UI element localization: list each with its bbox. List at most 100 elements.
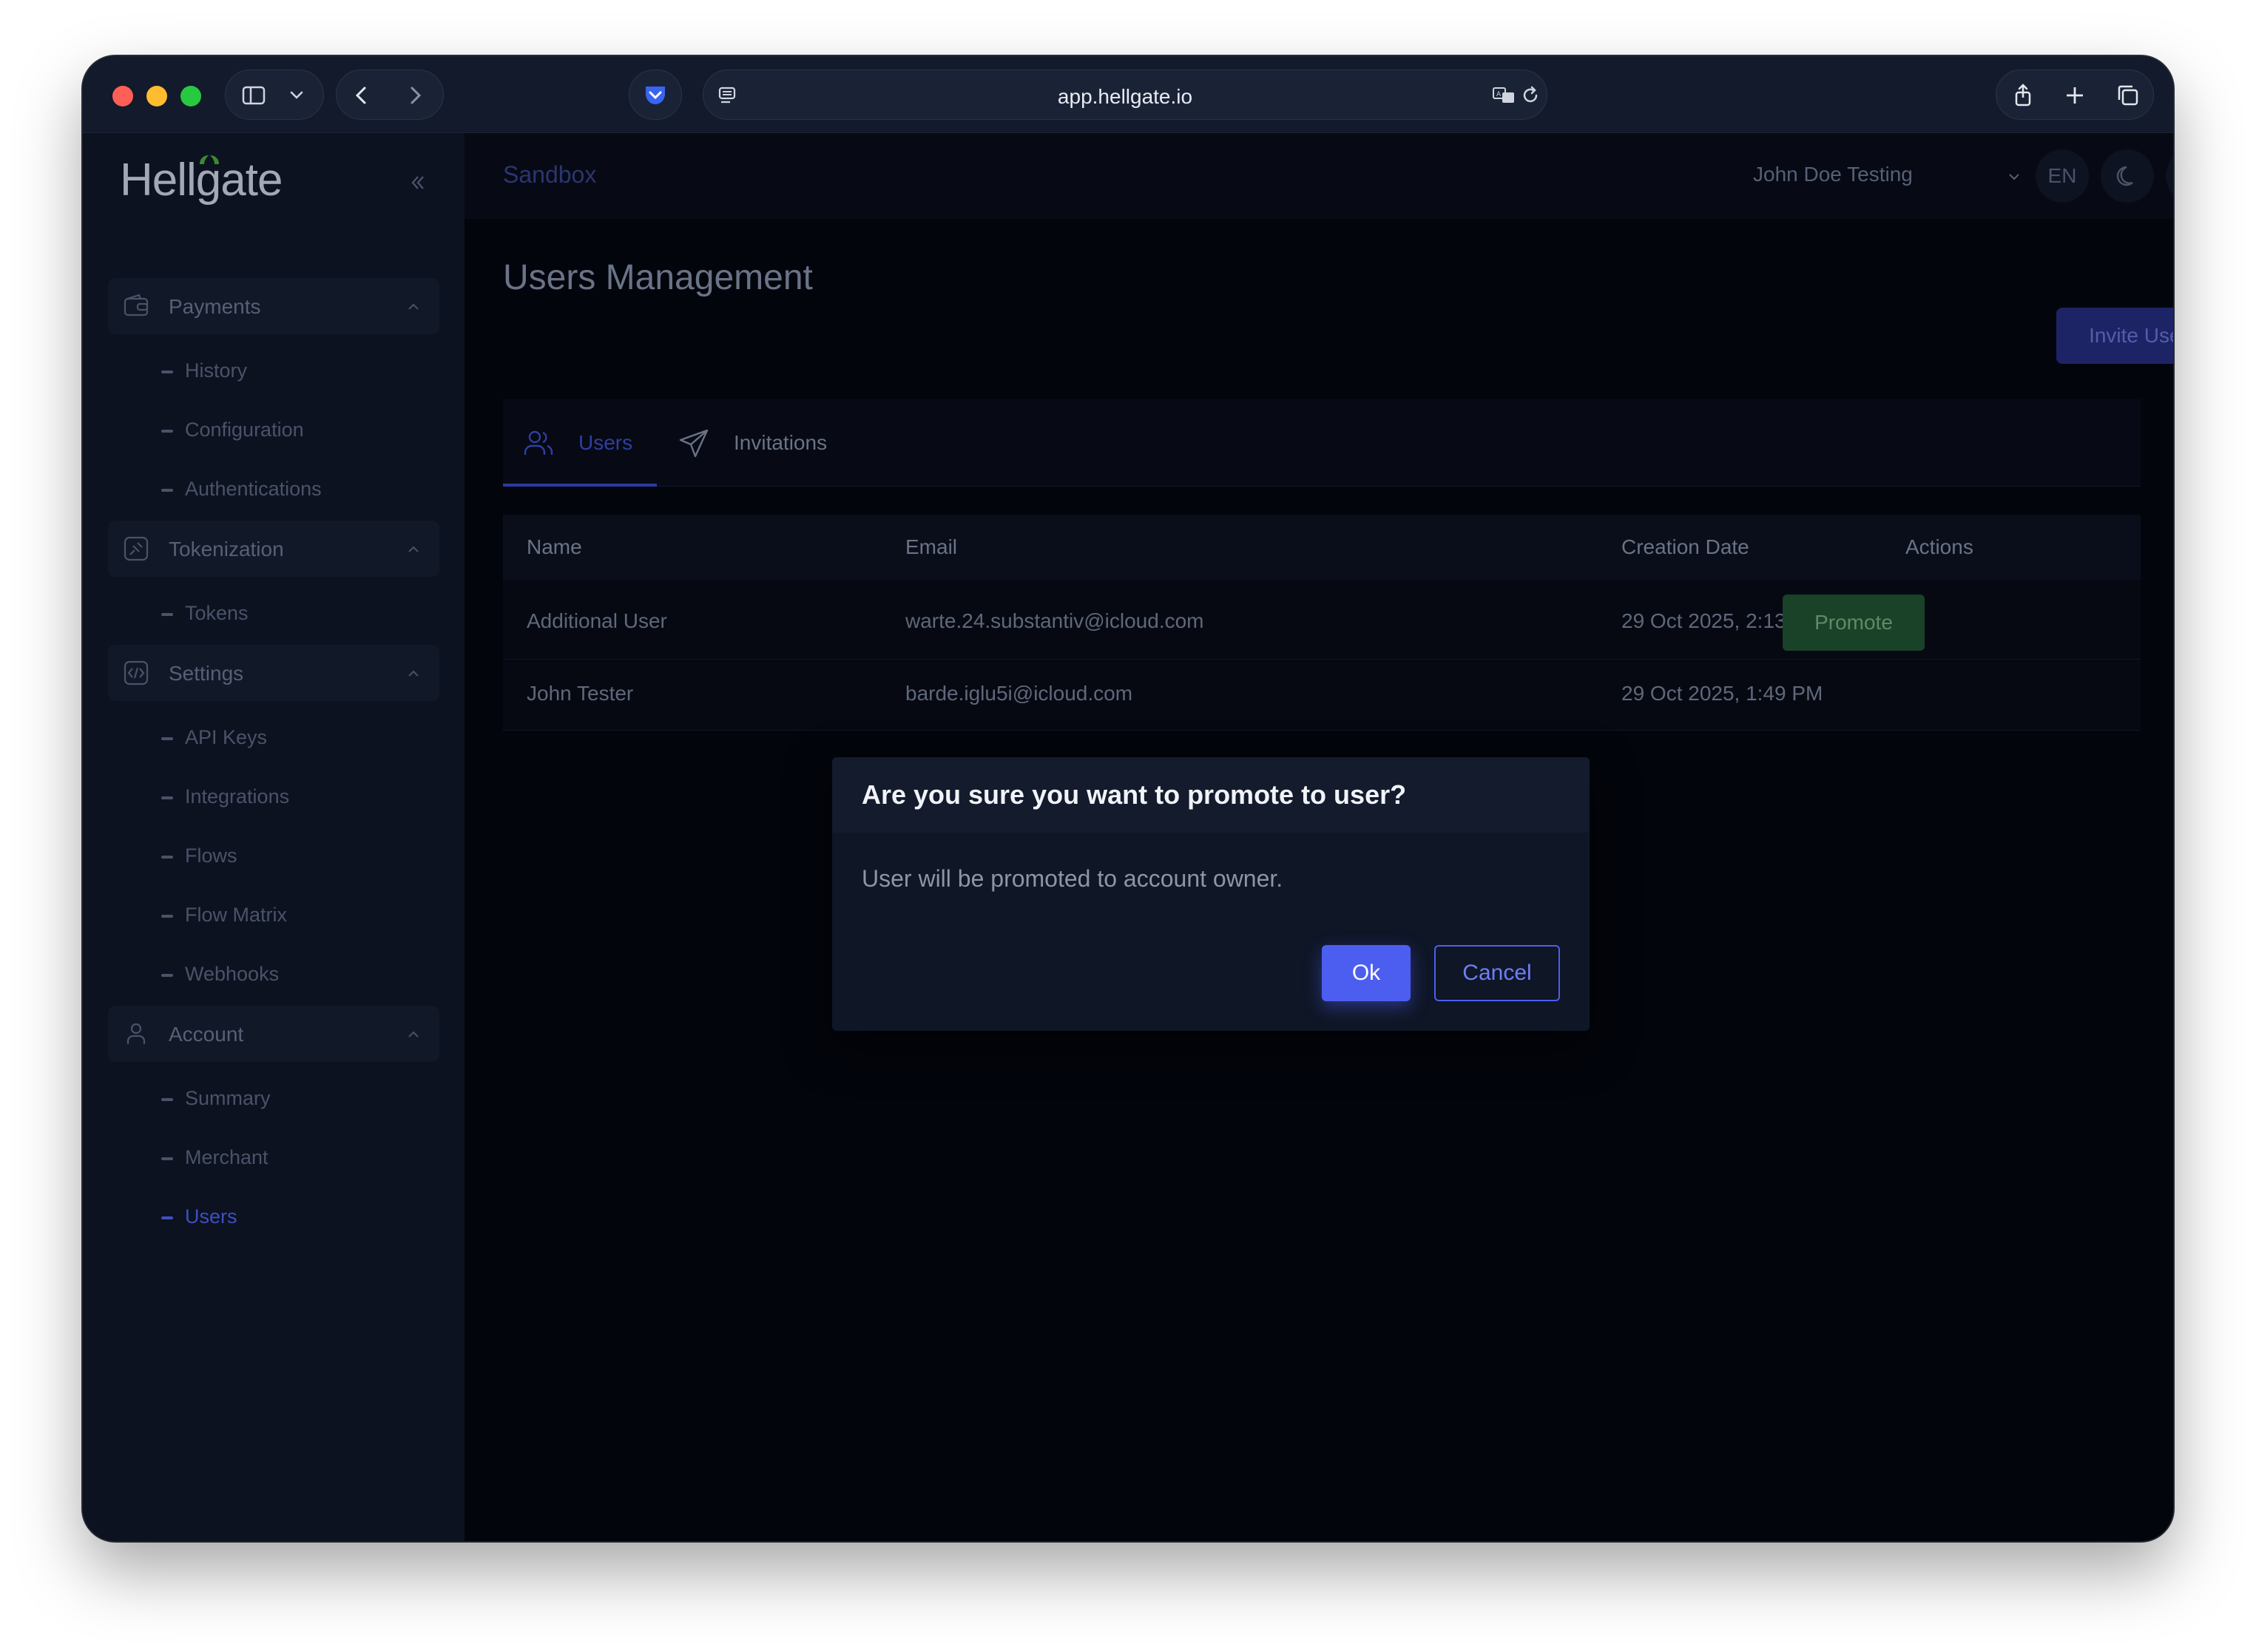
translate-icon[interactable]: A <box>1490 82 1517 109</box>
tab-overview-icon[interactable] <box>2115 82 2141 109</box>
promote-button[interactable]: Promote <box>1783 595 1925 651</box>
chevron-up-icon <box>408 670 419 677</box>
promote-confirmation-dialog: Are you sure you want to promote to user… <box>832 757 1590 1031</box>
sidebar: Hellgate Payments History Configuration … <box>83 133 465 1541</box>
dialog-message: User will be promoted to account owner. <box>862 865 1283 892</box>
sidebar-group-label: Payments <box>169 295 261 318</box>
theme-toggle-button[interactable] <box>2101 149 2154 203</box>
language-button[interactable]: EN <box>2036 149 2089 203</box>
cancel-button[interactable]: Cancel <box>1434 945 1560 1001</box>
user-icon <box>126 1023 146 1044</box>
environment-label: Sandbox <box>503 161 597 188</box>
table-row: Additional User warte.24.substantiv@iclo… <box>503 580 2141 660</box>
chevron-up-icon <box>408 546 419 552</box>
user-name: Additional User <box>527 609 667 632</box>
sidebar-item-label: Users <box>185 1205 237 1228</box>
tabs: Users Invitations <box>503 399 2141 487</box>
column-header-name[interactable]: Name <box>527 535 582 559</box>
chevron-down-icon <box>283 82 310 109</box>
sidebar-item-label: Merchant <box>185 1146 269 1168</box>
collapse-sidebar-icon[interactable] <box>407 172 429 194</box>
page-title: Users Management <box>503 258 813 297</box>
moon-icon <box>2116 166 2133 186</box>
sidebar-item-label: History <box>185 359 248 382</box>
invite-user-button[interactable]: Invite User <box>2056 308 2173 364</box>
tab-invitations[interactable]: Invitations <box>678 399 827 487</box>
user-email: warte.24.substantiv@icloud.com <box>905 609 1204 632</box>
creation-date: 29 Oct 2025, 1:49 PM <box>1621 682 1823 705</box>
minimize-window-button[interactable] <box>146 86 167 106</box>
sidebar-item-users[interactable]: Users <box>161 1205 237 1228</box>
address-bar[interactable]: app.hellgate.io A <box>703 70 1547 120</box>
sidebar-group-label: Account <box>169 1023 244 1046</box>
sidebar-item-flow-matrix[interactable]: Flow Matrix <box>161 904 287 927</box>
dialog-header: Are you sure you want to promote to user… <box>832 757 1590 833</box>
share-icon[interactable] <box>2010 82 2036 109</box>
forward-icon[interactable] <box>402 82 428 109</box>
wallet-icon <box>124 294 149 316</box>
pocket-icon <box>646 87 665 104</box>
zoom-window-button[interactable] <box>180 86 201 106</box>
sidebar-group-tokenization[interactable]: Tokenization <box>108 521 439 577</box>
sidebar-item-label: Configuration <box>185 419 304 441</box>
ok-button[interactable]: Ok <box>1322 945 1411 1001</box>
column-header-creation-date[interactable]: Creation Date <box>1621 535 1749 559</box>
sidebar-group-settings[interactable]: Settings <box>108 645 439 701</box>
token-icon <box>124 536 149 561</box>
chevron-up-icon <box>408 1031 419 1037</box>
sidebar-item-label: API Keys <box>185 726 268 748</box>
dialog-title: Are you sure you want to promote to user… <box>862 779 1407 810</box>
sidebar-item-history[interactable]: History <box>161 359 247 382</box>
logo-leaf-icon <box>200 155 219 164</box>
pocket-extension-button[interactable] <box>629 70 682 120</box>
sidebar-item-label: Tokens <box>185 602 249 624</box>
sidebar-group-label: Tokenization <box>169 538 284 561</box>
chevron-up-icon <box>408 303 419 310</box>
sidebar-item-configuration[interactable]: Configuration <box>161 419 304 441</box>
avatar[interactable]: JT <box>2166 149 2173 203</box>
sidebar-toggle-button[interactable] <box>225 70 324 120</box>
sidebar-item-label: Flow Matrix <box>185 904 288 926</box>
sidebar-item-authentications[interactable]: Authentications <box>161 478 322 501</box>
sidebar-item-label: Authentications <box>185 478 322 500</box>
browser-actions <box>1996 70 2154 120</box>
history-navigation <box>336 70 444 120</box>
sidebar-item-summary[interactable]: Summary <box>161 1087 271 1110</box>
sidebar-item-integrations[interactable]: Integrations <box>161 785 289 808</box>
account-switcher[interactable]: John Doe Testing <box>1753 163 1913 186</box>
new-tab-icon[interactable] <box>2061 82 2088 109</box>
sidebar-group-payments[interactable]: Payments <box>108 278 439 334</box>
sidebar-item-api-keys[interactable]: API Keys <box>161 726 267 749</box>
browser-window: app.hellgate.io A Hellgate Payments Hist… <box>83 56 2173 1541</box>
sidebar-group-account[interactable]: Account <box>108 1006 439 1062</box>
sidebar-group-label: Settings <box>169 662 244 685</box>
sidebar-item-tokens[interactable]: Tokens <box>161 602 249 625</box>
top-bar: Sandbox John Doe Testing EN JT <box>465 133 2173 219</box>
user-email: barde.iglu5i@icloud.com <box>905 682 1133 705</box>
user-name: John Tester <box>527 682 634 705</box>
url-text: app.hellgate.io <box>1057 85 1193 108</box>
sidebar-icon <box>240 82 267 109</box>
sidebar-item-flows[interactable]: Flows <box>161 844 237 867</box>
sidebar-item-label: Flows <box>185 844 237 867</box>
column-header-email[interactable]: Email <box>905 535 957 559</box>
sidebar-item-merchant[interactable]: Merchant <box>161 1146 269 1169</box>
active-tab-indicator <box>503 484 657 487</box>
chevron-down-icon[interactable] <box>2006 169 2022 185</box>
close-window-button[interactable] <box>112 86 133 106</box>
paper-plane-icon <box>679 429 709 458</box>
svg-text:A: A <box>1496 91 1502 98</box>
reload-icon[interactable] <box>1517 82 1544 109</box>
sidebar-item-webhooks[interactable]: Webhooks <box>161 963 279 986</box>
tab-label: Invitations <box>734 431 828 454</box>
table-row: John Tester barde.iglu5i@icloud.com 29 O… <box>503 660 2141 731</box>
sidebar-item-label: Summary <box>185 1087 271 1109</box>
table-header: Name Email Creation Date Actions <box>503 515 2141 580</box>
browser-toolbar: app.hellgate.io A <box>83 56 2173 133</box>
users-icon <box>524 430 553 455</box>
sidebar-item-label: Webhooks <box>185 963 280 985</box>
column-header-actions: Actions <box>1905 535 1973 558</box>
tab-users[interactable]: Users <box>522 399 632 487</box>
tab-label: Users <box>578 431 633 454</box>
back-icon[interactable] <box>348 82 375 109</box>
